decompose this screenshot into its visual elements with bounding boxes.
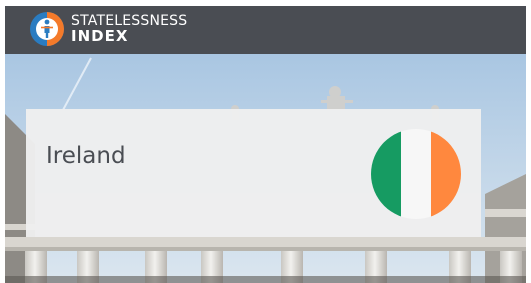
page-frame: STATELESSNESS INDEX Ireland [5,6,526,283]
ireland-flag-icon [371,129,461,219]
brand-wordmark[interactable]: STATELESSNESS INDEX [71,14,187,44]
header-bar: STATELESSNESS INDEX [5,6,526,54]
brand-line-2: INDEX [71,27,129,45]
stateless-figure-icon[interactable] [29,11,65,47]
country-name: Ireland [46,143,126,169]
country-card[interactable]: Ireland [26,109,481,237]
brand-line-1: STATELESSNESS [71,13,188,29]
